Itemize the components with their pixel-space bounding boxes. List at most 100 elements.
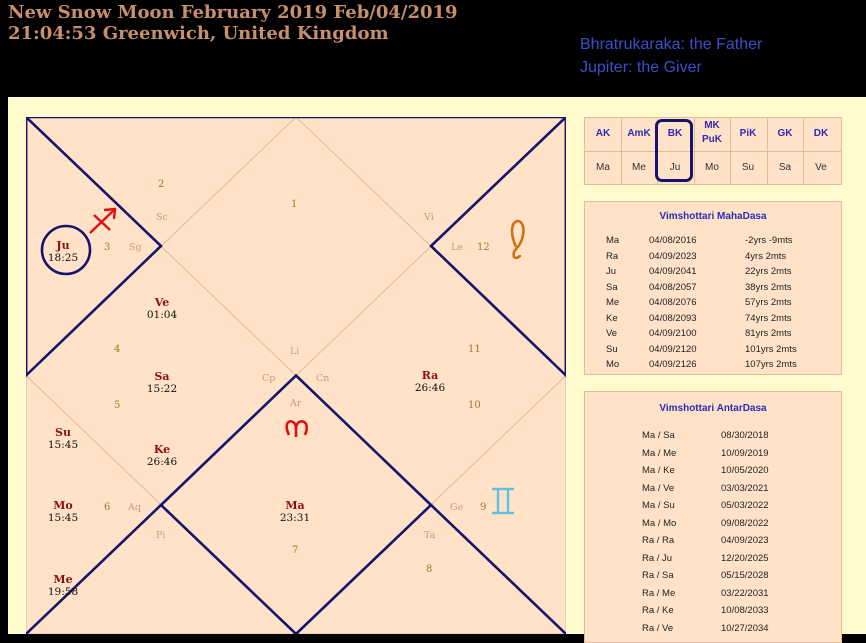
antardasa-period: Ra / Ra — [642, 535, 675, 546]
karaka-label-gk: GK — [777, 128, 793, 139]
house-number-5: 5 — [114, 400, 121, 411]
planet-ke: Ke 26:46 — [143, 443, 181, 469]
house-number-9: 9 — [480, 502, 487, 513]
mahadasa-planet: Su — [606, 343, 618, 355]
antardasa-period: Ra / Me — [642, 587, 676, 599]
house-number-10: 10 — [468, 400, 481, 411]
mahadasa-planet: Me — [606, 297, 620, 308]
mahadasa-date: 04/09/2126 — [649, 359, 697, 370]
antardasa-period: Ra / Ve — [642, 622, 674, 634]
antardasa-period: Ma / Sa — [642, 430, 675, 441]
mahadasa-planet: Ju — [606, 266, 617, 277]
karaka-value-ak: Ma — [596, 162, 610, 173]
mahadasa-date: 04/09/2120 — [649, 343, 697, 355]
planet-ra: Ra 26:46 — [411, 369, 449, 395]
sign-label-cn: Cn — [316, 373, 330, 384]
planet-name: Me — [53, 573, 73, 586]
antardasa-date: 05/03/2022 — [721, 500, 769, 511]
planet-ju: Ju 18:25 — [44, 239, 82, 265]
planet-degree: 26:46 — [414, 382, 446, 394]
antardasa-date: 03/22/2031 — [721, 587, 769, 599]
planet-degree: 15:45 — [47, 512, 79, 524]
mahadasa-planet: Ve — [606, 328, 618, 339]
sign-label-cp: Cp — [262, 373, 276, 384]
antardasa-period: Ra / Ju — [642, 552, 673, 564]
mahadasa-age: 107yrs 2mts — [745, 359, 797, 370]
antardasa-date: 03/03/2021 — [721, 482, 769, 494]
planet-name: Ve — [154, 296, 170, 309]
planet-name: Su — [55, 426, 71, 439]
karaka-label-ak: AK — [595, 128, 611, 139]
planet-name: Ke — [153, 443, 171, 456]
house-number-8: 8 — [426, 564, 433, 575]
antardasa-period: Ma / Ke — [642, 465, 675, 476]
antardasa-period: Ra / Sa — [642, 570, 674, 581]
chart-title: New Snow Moon February 2019 Feb/04/2019 … — [8, 2, 458, 44]
birth-chart — [26, 117, 566, 634]
house-number-12: 12 — [477, 242, 490, 253]
antardasa-period: Ra / Ke — [642, 605, 674, 616]
planet-degree: 18:25 — [47, 252, 79, 264]
planet-ve: Ve 01:04 — [143, 296, 181, 322]
antardasa-date: 08/30/2018 — [721, 430, 769, 441]
antardasa-period: Ma / Su — [642, 500, 675, 511]
karaka-label-dk: DK — [813, 128, 829, 139]
planet-mo: Mo 15:45 — [44, 499, 82, 525]
mahadasa-planet: Sa — [606, 281, 618, 293]
mahadasa-age: 81yrs 2mts — [745, 328, 792, 339]
antardasa-date: 04/09/2023 — [721, 535, 769, 546]
planet-name: Mo — [53, 499, 73, 512]
planet-name: Ju — [56, 239, 70, 252]
sign-label-sc: Sc — [156, 212, 168, 223]
antardasa-panel: Vimshottari AntarDasa Ma / Sa 08/30/2018 M… — [584, 391, 842, 643]
mahadasa-age: 74yrs 2mts — [745, 312, 792, 324]
sign-label-aq: Aq — [128, 502, 141, 513]
mahadasa-age: 4yrs 2mts — [745, 250, 787, 262]
mahadasa-panel: Vimshottari MahaDasa Ma 04/08/2016 -2yrs -… — [584, 201, 842, 375]
antardasa-title: Vimshottari AntarDasa — [659, 403, 767, 414]
karaka-line-1: Bhratrukaraka: the Father — [580, 36, 763, 53]
mahadasa-planet: Mo — [606, 359, 620, 370]
house-number-7: 7 — [292, 545, 299, 556]
planet-name: Ma — [285, 499, 305, 512]
planet-degree: 23:31 — [279, 512, 311, 524]
house-number-6: 6 — [104, 502, 111, 513]
planet-me: Me 19:58 — [44, 573, 82, 599]
planet-degree: 15:22 — [146, 383, 178, 395]
house-number-1: 1 — [291, 199, 298, 210]
sign-label-ar: Ar — [290, 398, 302, 409]
house-number-11: 11 — [468, 344, 481, 355]
planet-name: Ra — [421, 369, 439, 382]
karaka-table: AK Ma AmK Me BK Ju MK PuK Mo PiK Su GK S… — [584, 117, 842, 185]
house-number-4: 4 — [114, 344, 121, 355]
sign-label-ta: Ta — [424, 530, 436, 541]
mahadasa-date: 04/08/2057 — [649, 281, 697, 293]
karaka-line-2: Jupiter: the Giver — [580, 59, 702, 76]
planet-degree: 26:46 — [146, 456, 178, 468]
antardasa-date: 05/15/2028 — [721, 570, 769, 581]
sign-label-le: Le — [451, 242, 463, 253]
planet-degree: 15:45 — [47, 439, 79, 451]
antardasa-date: 10/08/2033 — [721, 605, 769, 616]
mahadasa-age: 22yrs 2mts — [745, 266, 792, 277]
karaka-description: Bhratrukaraka: the Father Jupiter: the G… — [580, 33, 762, 79]
mahadasa-title: Vimshottari MahaDasa — [659, 211, 767, 222]
karaka-value-amk: Me — [632, 162, 646, 173]
antardasa-date: 12/20/2025 — [721, 552, 769, 564]
mahadasa-date: 04/08/2076 — [649, 297, 697, 308]
karaka-label-pik: PiK — [739, 128, 757, 139]
karaka-value-dk: Ve — [815, 162, 827, 173]
antardasa-date: 10/05/2020 — [721, 465, 769, 476]
mahadasa-date: 04/09/2041 — [649, 266, 697, 277]
karaka-value-mk-puk: Mo — [705, 162, 719, 173]
mahadasa-date: 04/09/2023 — [649, 250, 697, 262]
mahadasa-planet: Ma — [606, 235, 620, 246]
karaka-value-gk: Sa — [778, 162, 792, 173]
house-number-2: 2 — [158, 179, 165, 190]
antardasa-date: 10/27/2034 — [721, 622, 769, 634]
karaka-label-amk: AmK — [627, 128, 651, 139]
planet-su: Su 15:45 — [44, 426, 82, 452]
antardasa-period: Ma / Me — [642, 447, 677, 459]
karaka-label-mk-puk: MK PuK — [702, 120, 722, 145]
antardasa-date: 09/08/2022 — [721, 517, 769, 529]
